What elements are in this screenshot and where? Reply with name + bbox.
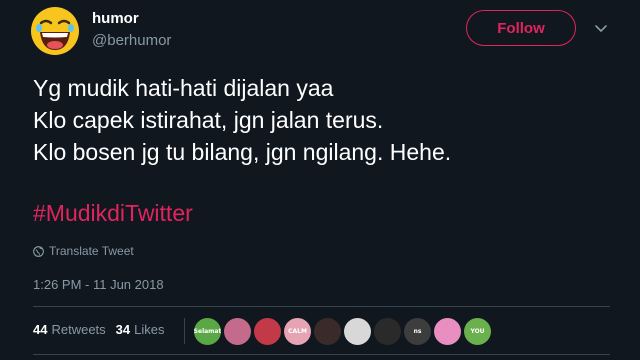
tweet-text: Yg mudik hati-hati dijalan yaa Klo capek… (33, 72, 623, 168)
liker-avatar-9[interactable] (434, 318, 461, 345)
likes-stat[interactable]: 34 Likes (116, 322, 165, 337)
display-name[interactable]: humor (92, 10, 139, 27)
retweets-count: 44 (33, 322, 48, 337)
chevron-down-icon[interactable] (593, 20, 609, 36)
liker-avatar-7[interactable] (374, 318, 401, 345)
hashtag-link[interactable]: #MudikdiTwitter (33, 200, 193, 227)
liker-avatar-text: Selamat (194, 328, 221, 335)
retweets-label: Retweets (51, 322, 106, 337)
likes-label: Likes (134, 322, 165, 337)
liker-avatar-3[interactable] (254, 318, 281, 345)
translate-label: Translate Tweet (49, 244, 134, 258)
tweet-card: humor @berhumor Follow Yg mudik hati-hat… (0, 0, 640, 360)
follow-button[interactable]: Follow (466, 10, 576, 46)
liker-avatar-10[interactable]: YOU (464, 318, 491, 345)
retweets-stat[interactable]: 44 Retweets (33, 322, 106, 337)
tweet-line: Klo capek istirahat, jgn jalan terus. (33, 107, 384, 133)
stats-separator (184, 318, 185, 344)
user-handle[interactable]: @berhumor (92, 32, 171, 49)
tweet-stats: 44 Retweets 34 Likes (33, 322, 165, 337)
translate-tweet-link[interactable]: Translate Tweet (33, 244, 134, 258)
liker-avatar-2[interactable] (224, 318, 251, 345)
liker-avatar-text: ns (413, 328, 422, 335)
liker-avatar-1[interactable]: Selamat (194, 318, 221, 345)
liker-avatar-4[interactable]: CALM (284, 318, 311, 345)
tweet-timestamp[interactable]: 1:26 PM - 11 Jun 2018 (33, 277, 164, 292)
laughing-face-icon[interactable] (30, 6, 80, 56)
liker-avatars: Selamat CALM ns YOU (194, 318, 491, 345)
tweet-line: Yg mudik hati-hati dijalan yaa (33, 75, 334, 101)
likes-count: 34 (115, 322, 131, 337)
liker-avatar-text: YOU (470, 328, 485, 335)
liker-avatar-5[interactable] (314, 318, 341, 345)
liker-avatar-text: CALM (288, 328, 307, 335)
liker-avatar-6[interactable] (344, 318, 371, 345)
liker-avatar-8[interactable]: ns (404, 318, 431, 345)
divider (33, 354, 610, 355)
divider (33, 306, 610, 307)
tweet-line: Klo bosen jg tu bilang, jgn ngilang. Heh… (33, 139, 452, 165)
globe-icon (33, 245, 44, 257)
